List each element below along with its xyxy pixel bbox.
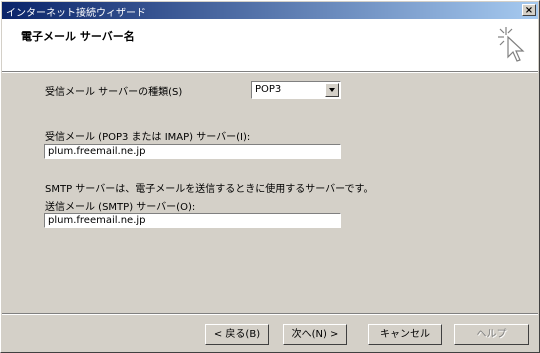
incoming-server-value: plum.freemail.ne.jp: [48, 146, 146, 157]
server-type-value: POP3: [255, 84, 282, 95]
close-button[interactable]: ×: [522, 4, 536, 16]
window-title: インターネット接続ウィザード: [6, 8, 146, 19]
title-bar[interactable]: インターネット接続ウィザード ×: [2, 2, 538, 19]
cancel-button[interactable]: キャンセル: [368, 324, 442, 345]
footer-separator-highlight: [2, 314, 538, 315]
server-type-label: 受信メール サーバーの種類(S): [45, 87, 183, 98]
server-type-select[interactable]: POP3: [251, 81, 341, 99]
incoming-server-label: 受信メール (POP3 または IMAP) サーバー(I):: [45, 132, 251, 143]
outgoing-server-value: plum.freemail.ne.jp: [48, 215, 146, 226]
wizard-window: インターネット接続ウィザード × 電子メール サーバー名 受信メール サーバーの…: [0, 0, 540, 353]
help-button: ヘルプ: [454, 324, 529, 345]
chevron-down-icon[interactable]: [325, 83, 339, 97]
outgoing-server-input[interactable]: plum.freemail.ne.jp: [44, 213, 341, 228]
back-button[interactable]: < 戻る(B): [205, 324, 269, 345]
next-button[interactable]: 次へ(N) >: [283, 324, 347, 345]
page-title: 電子メール サーバー名: [21, 30, 135, 43]
smtp-description: SMTP サーバーは、電子メールを送信するときに使用するサーバーです。: [45, 184, 374, 195]
outgoing-server-label: 送信メール (SMTP) サーバー(O):: [45, 202, 196, 213]
wizard-cursor-icon: [498, 27, 525, 62]
incoming-server-input[interactable]: plum.freemail.ne.jp: [44, 144, 341, 159]
wizard-header: 電子メール サーバー名: [2, 19, 538, 72]
header-separator: [2, 72, 538, 73]
